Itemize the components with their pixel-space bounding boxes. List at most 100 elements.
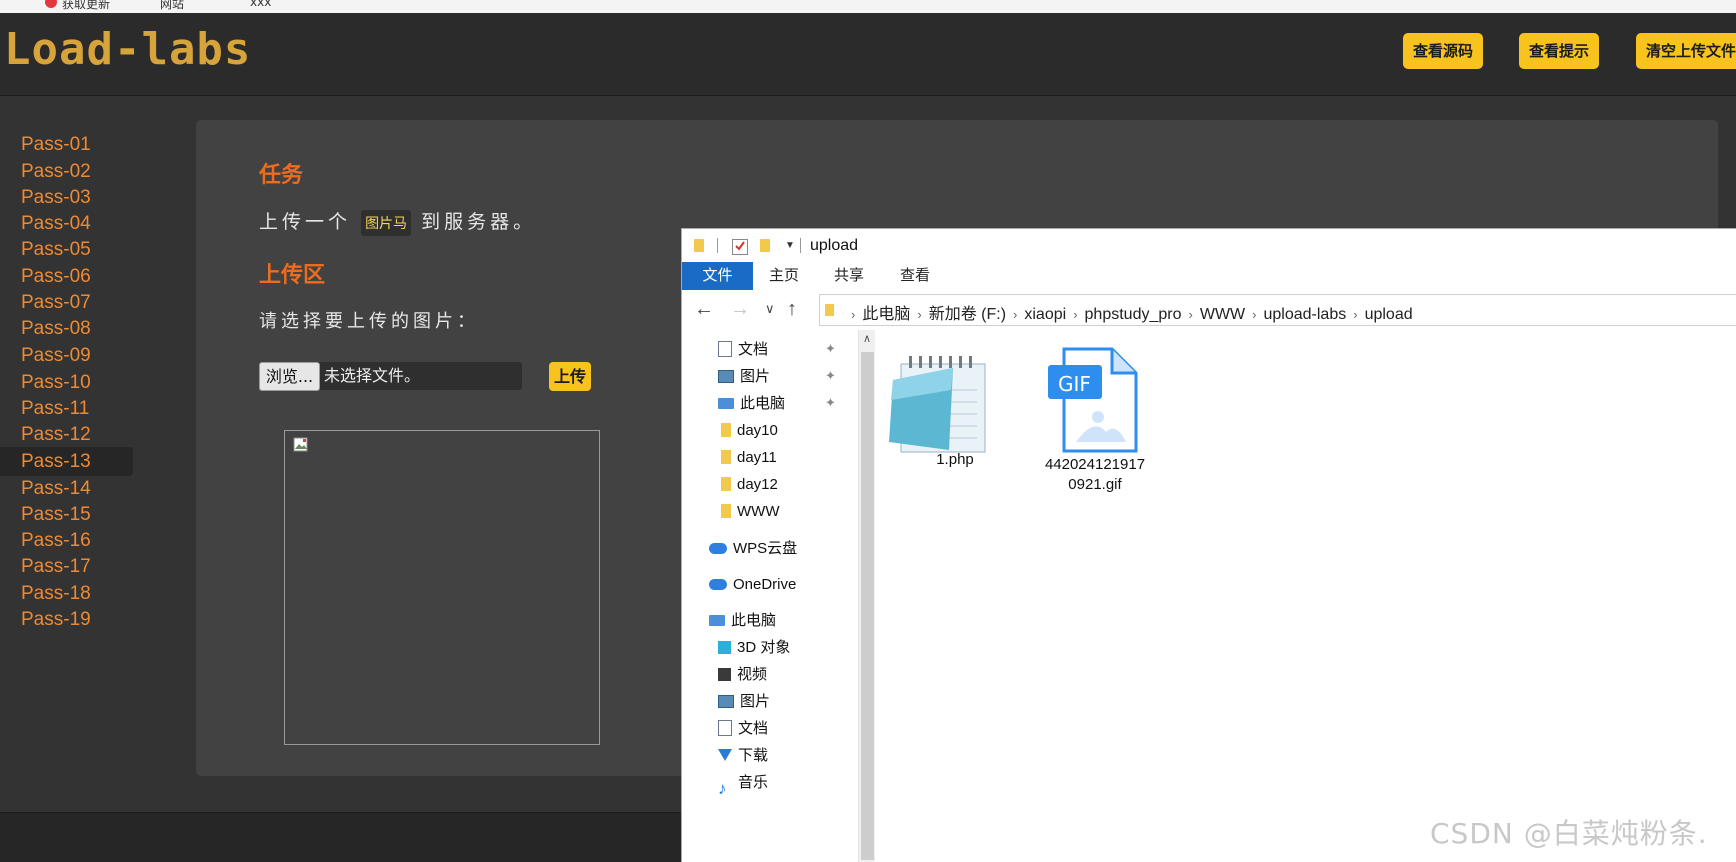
nav-item[interactable]: 文档 xyxy=(718,336,768,363)
nav-item[interactable]: day10 xyxy=(718,417,778,444)
breadcrumb-chevron-icon[interactable]: › xyxy=(1189,307,1193,322)
chevron-down-icon[interactable]: ▼ xyxy=(785,240,795,251)
sidebar-item-pass-13[interactable]: Pass-13 xyxy=(0,447,133,476)
back-arrow-icon[interactable]: ← xyxy=(694,298,714,320)
scroll-up-icon[interactable]: ∧ xyxy=(863,332,871,345)
task-code: 图片马 xyxy=(361,210,412,236)
forward-arrow-icon[interactable]: → xyxy=(730,298,750,320)
nav-item[interactable]: 文档 xyxy=(718,715,768,742)
breadcrumb-item[interactable]: WWW xyxy=(1200,306,1245,323)
file-status-text: 未选择文件。 xyxy=(324,366,421,385)
nav-item-label: day11 xyxy=(737,449,777,466)
browse-button[interactable]: 浏览... xyxy=(259,362,320,391)
file-item[interactable]: GIF 442024121917 0921.gif xyxy=(1030,330,1160,500)
cloud-icon xyxy=(709,578,727,590)
folder-icon xyxy=(721,477,731,492)
breadcrumb-chevron-icon[interactable]: › xyxy=(1353,307,1357,322)
nav-item[interactable]: 此电脑 xyxy=(718,390,785,417)
nav-item-label: 此电脑 xyxy=(731,612,777,629)
breadcrumb-item[interactable]: 新加卷 (F:) xyxy=(929,306,1006,323)
folder-icon xyxy=(721,450,731,465)
sidebar-item-pass-18[interactable]: Pass-18 xyxy=(0,579,91,608)
bookmark-item[interactable]: 网站 xyxy=(160,0,184,12)
sidebar-item-pass-04[interactable]: Pass-04 xyxy=(0,209,91,238)
navigation-scrollbar[interactable]: ∧ xyxy=(858,330,876,862)
nav-item[interactable]: ♪ 音乐 xyxy=(718,769,768,798)
tab-share[interactable]: 共享 xyxy=(834,262,864,290)
breadcrumb-item[interactable]: xiaopi xyxy=(1024,306,1066,323)
nav-item[interactable]: WPS云盘 xyxy=(709,535,797,562)
nav-item[interactable]: 图片 xyxy=(718,688,770,715)
clear-uploads-button[interactable]: 清空上传文件 xyxy=(1636,33,1736,69)
breadcrumb: › 此电脑 › 新加卷 (F:) › xiaopi › phpstudy_pro › WWW › up… xyxy=(844,300,1413,324)
sidebar-item-pass-19[interactable]: Pass-19 xyxy=(0,605,91,634)
breadcrumb-item[interactable]: phpstudy_pro xyxy=(1085,306,1182,323)
nav-item[interactable]: 此电脑 xyxy=(709,607,776,634)
sidebar-item-pass-10[interactable]: Pass-10 xyxy=(0,368,91,397)
address-row: ← → ∨ ↑ › 此电脑 › 新加卷 (F:) › xiaopi › phpstudy_pr… xyxy=(682,290,1736,331)
explorer-title-bar[interactable]: ▼ upload xyxy=(682,229,1736,262)
file-input[interactable]: 浏览... 未选择文件。 xyxy=(259,362,522,391)
folder-icon xyxy=(721,423,731,438)
recent-locations-icon[interactable]: ∨ xyxy=(765,298,775,320)
video-icon xyxy=(718,667,731,681)
task-heading: 任务 xyxy=(259,163,304,188)
file-list-area: 1.php GIF 442024121917 0921.gif xyxy=(875,330,1736,862)
nav-item[interactable]: day11 xyxy=(718,444,777,471)
file-name: 1.php xyxy=(936,451,974,468)
breadcrumb-chevron-icon[interactable]: › xyxy=(917,307,921,322)
nav-item[interactable]: 下载 xyxy=(718,742,768,769)
nav-item[interactable]: 图片 xyxy=(718,363,770,390)
sidebar-item-pass-07[interactable]: Pass-07 xyxy=(0,288,91,317)
upload-button[interactable]: 上传 xyxy=(549,362,592,391)
sidebar-item-pass-01[interactable]: Pass-01 xyxy=(0,130,91,159)
nav-item[interactable]: 3D 对象 xyxy=(718,634,790,661)
breadcrumb-item[interactable]: upload xyxy=(1365,306,1413,323)
tab-home[interactable]: 主页 xyxy=(769,262,799,290)
breadcrumb-chevron-icon[interactable]: › xyxy=(1013,307,1017,322)
tab-file[interactable]: 文件 xyxy=(682,262,753,290)
pin-icon[interactable]: ✦ xyxy=(825,368,836,384)
sidebar-item-pass-06[interactable]: Pass-06 xyxy=(0,262,91,291)
tab-view[interactable]: 查看 xyxy=(900,262,930,290)
task-description: 上传一个 图片马 到服务器。 xyxy=(259,207,536,236)
properties-icon[interactable] xyxy=(732,239,748,255)
breadcrumb-chevron-icon[interactable]: › xyxy=(1073,307,1077,322)
sidebar-item-pass-15[interactable]: Pass-15 xyxy=(0,500,91,529)
bookmark-item[interactable]: 获取更新 xyxy=(62,0,110,12)
file-name-line2: 0921.gif xyxy=(1068,476,1122,493)
sidebar-item-pass-12[interactable]: Pass-12 xyxy=(0,420,91,449)
site-logo[interactable]: Load-labs xyxy=(4,25,251,75)
sidebar-item-pass-08[interactable]: Pass-08 xyxy=(0,314,91,343)
scrollbar-thumb[interactable] xyxy=(861,352,874,860)
nav-item[interactable]: WWW xyxy=(718,498,779,525)
sidebar-item-pass-17[interactable]: Pass-17 xyxy=(0,552,91,581)
gif-badge: GIF xyxy=(1058,372,1091,396)
sidebar-item-pass-09[interactable]: Pass-09 xyxy=(0,341,91,370)
up-arrow-icon[interactable]: ↑ xyxy=(787,298,797,320)
file-item[interactable]: 1.php xyxy=(875,330,1015,490)
pin-icon[interactable]: ✦ xyxy=(825,341,836,357)
upload-heading: 上传区 xyxy=(259,263,326,288)
nav-item[interactable]: 视频 xyxy=(718,661,767,688)
nav-item[interactable]: OneDrive xyxy=(709,571,796,598)
pin-icon[interactable]: ✦ xyxy=(825,395,836,411)
breadcrumb-chevron-icon[interactable]: › xyxy=(851,307,855,322)
sidebar-item-pass-11[interactable]: Pass-11 xyxy=(0,394,89,423)
sidebar-item-pass-02[interactable]: Pass-02 xyxy=(0,157,91,186)
download-icon xyxy=(718,749,732,762)
sidebar-item-pass-16[interactable]: Pass-16 xyxy=(0,526,91,555)
nav-item[interactable]: day12 xyxy=(718,471,778,498)
breadcrumb-item[interactable]: 此电脑 xyxy=(862,306,910,323)
breadcrumb-chevron-icon[interactable]: › xyxy=(1252,307,1256,322)
address-bar[interactable]: › 此电脑 › 新加卷 (F:) › xiaopi › phpstudy_pro › WWW › up… xyxy=(819,294,1736,326)
view-hint-button[interactable]: 查看提示 xyxy=(1519,33,1600,69)
bookmark-item[interactable]: xxx xyxy=(250,0,271,9)
view-source-button[interactable]: 查看源码 xyxy=(1403,33,1484,69)
sidebar-item-pass-14[interactable]: Pass-14 xyxy=(0,474,91,503)
nav-item-label: 文档 xyxy=(738,341,769,358)
breadcrumb-item[interactable]: upload-labs xyxy=(1264,306,1347,323)
new-folder-icon[interactable] xyxy=(760,239,770,252)
sidebar-item-pass-05[interactable]: Pass-05 xyxy=(0,235,91,264)
sidebar-item-pass-03[interactable]: Pass-03 xyxy=(0,183,91,212)
